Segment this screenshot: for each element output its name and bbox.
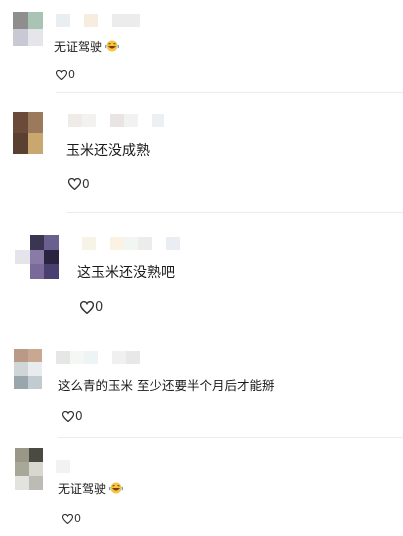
comment-text: 这玉米还没熟吧 (77, 262, 175, 282)
comment-text-content: 这么青的玉米 至少还要半个月后才能掰 (58, 378, 275, 393)
like-button[interactable]: 0 (62, 512, 81, 525)
like-button[interactable]: 0 (68, 177, 90, 191)
username[interactable] (82, 237, 180, 250)
divider (58, 437, 403, 438)
comment-text-content: 无证驾驶 (58, 482, 107, 496)
like-count: 0 (68, 68, 75, 81)
like-count: 0 (75, 409, 83, 423)
username[interactable] (56, 460, 70, 473)
divider (56, 92, 403, 93)
like-button[interactable]: 0 (62, 409, 83, 423)
comment-text-content: 玉米还没成熟 (66, 143, 150, 159)
laughing-emoji-icon (104, 40, 120, 55)
comment-text-content: 这玉米还没熟吧 (77, 265, 175, 281)
like-button[interactable]: 0 (80, 300, 103, 315)
heart-icon (62, 410, 74, 422)
comment-item: 无证驾驶 0 (0, 0, 403, 93)
comment-text-content: 无证驾驶 (54, 40, 103, 54)
comment-text: 无证驾驶 (54, 38, 120, 55)
laughing-emoji-icon (108, 482, 124, 497)
avatar[interactable] (13, 112, 43, 154)
like-count: 0 (95, 300, 104, 315)
like-count: 0 (82, 177, 90, 191)
comment-text: 无证驾驶 (58, 480, 124, 497)
avatar[interactable] (14, 349, 42, 389)
like-count: 0 (74, 512, 81, 525)
heart-icon (56, 69, 67, 80)
heart-icon (68, 178, 81, 190)
comment-text: 这么青的玉米 至少还要半个月后才能掰 (58, 375, 274, 394)
username[interactable] (68, 114, 164, 127)
heart-icon (62, 513, 73, 524)
comment-text: 玉米还没成熟 (66, 140, 150, 160)
username[interactable] (56, 351, 140, 364)
username[interactable] (56, 14, 140, 27)
like-button[interactable]: 0 (56, 68, 75, 81)
avatar[interactable] (13, 12, 43, 46)
avatar[interactable] (15, 448, 43, 490)
avatar[interactable] (15, 235, 59, 279)
divider (66, 212, 403, 213)
heart-icon (80, 301, 94, 314)
